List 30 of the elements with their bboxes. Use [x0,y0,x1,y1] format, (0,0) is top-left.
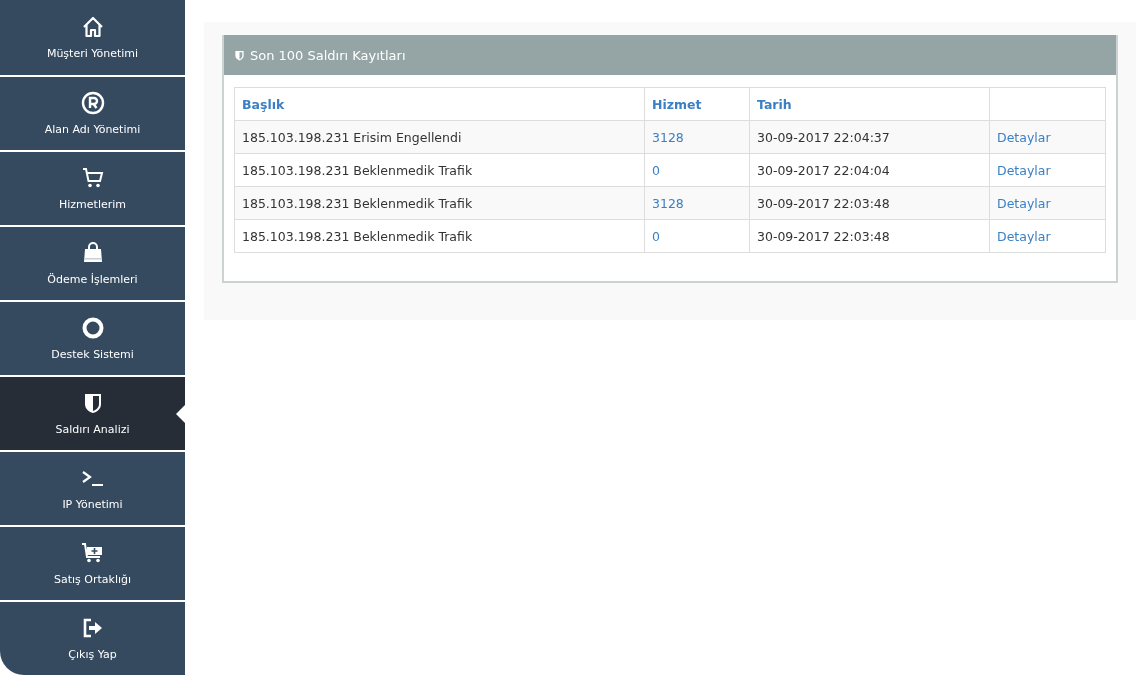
table-cell: 185.103.198.231 Beklenmedik Trafik [234,219,645,253]
column-header: Hizmet [644,87,750,121]
sidebar-item[interactable]: IP Yönetimi [0,452,185,525]
shield-icon [234,49,245,61]
service-link[interactable]: 0 [652,228,660,244]
table-cell: 30-09-2017 22:04:37 [749,120,990,154]
table-cell: 30-09-2017 22:03:48 [749,186,990,220]
cart-plus-icon [80,541,105,565]
service-link[interactable]: 3128 [652,195,684,211]
table-cell: 185.103.198.231 Beklenmedik Trafik [234,186,645,220]
sidebar-item[interactable]: Destek Sistemi [0,302,185,375]
sidebar-item[interactable]: Satış Ortaklığı [0,527,185,600]
sidebar-item[interactable]: Ödeme İşlemleri [0,227,185,300]
column-header: Tarih [749,87,990,121]
table-cell: 185.103.198.231 Beklenmedik Trafik [234,153,645,187]
sidebar-item[interactable]: Saldırı Analizi [0,377,185,450]
service-link[interactable]: 3128 [652,129,684,145]
sidebar-item[interactable]: Alan Adı Yönetimi [0,77,185,150]
sidebar-item[interactable]: Çıkış Yap [0,602,185,675]
cart-icon [80,166,105,190]
table-cell: 30-09-2017 22:04:04 [749,153,990,187]
service-link[interactable]: 0 [652,162,660,178]
sidebar-item[interactable]: Müşteri Yönetimi [0,0,185,75]
column-header: Başlık [234,87,645,121]
table-cell: 30-09-2017 22:03:48 [749,219,990,253]
table-cell: 185.103.198.231 Erisim Engellendi [234,120,645,154]
registered-icon [80,91,105,115]
panel-title: Son 100 Saldırı Kayıtları [250,47,406,63]
sidebar-item[interactable]: Hizmetlerim [0,152,185,225]
active-pointer [176,405,185,423]
